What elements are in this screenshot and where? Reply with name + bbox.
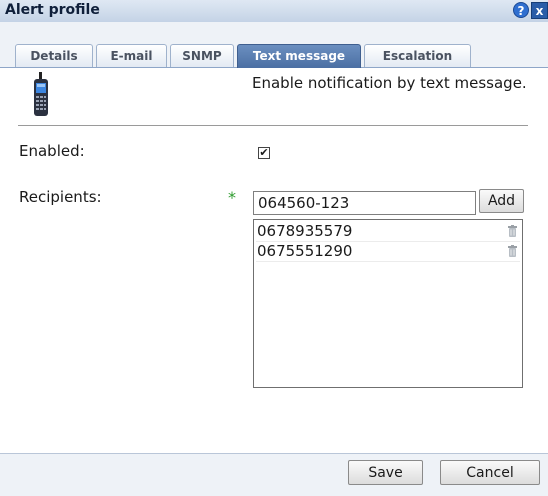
add-button[interactable]: Add (479, 189, 524, 213)
recipient-list: 0678935579 0675551290 (253, 219, 523, 388)
list-item[interactable]: 0675551290 (256, 242, 520, 262)
tab-escalation[interactable]: Escalation (364, 44, 471, 67)
required-marker: * (228, 188, 236, 207)
divider (18, 125, 528, 126)
recipient-input[interactable] (253, 191, 476, 215)
tab-email[interactable]: E-mail (96, 44, 167, 67)
save-button[interactable]: Save (348, 460, 423, 485)
recipient-number: 0675551290 (257, 242, 353, 260)
tab-text-message[interactable]: Text message (237, 44, 361, 68)
cancel-button[interactable]: Cancel (440, 460, 540, 485)
trash-icon[interactable] (507, 245, 518, 258)
help-icon[interactable]: ? (513, 2, 529, 18)
list-item[interactable]: 0678935579 (256, 222, 520, 242)
window-title: Alert profile (5, 2, 100, 18)
enabled-label: Enabled: (19, 142, 85, 160)
intro-text: Enable notification by text message. (252, 74, 527, 92)
close-icon[interactable]: x (531, 2, 548, 19)
title-bar: Alert profile ? x (0, 0, 548, 23)
mobile-phone-icon (34, 72, 48, 116)
enabled-checkbox[interactable]: ✔ (258, 147, 270, 159)
recipient-number: 0678935579 (257, 222, 353, 240)
trash-icon[interactable] (507, 225, 518, 238)
recipients-label: Recipients: (19, 188, 102, 206)
tab-details[interactable]: Details (15, 44, 93, 67)
tab-snmp[interactable]: SNMP (170, 44, 234, 67)
